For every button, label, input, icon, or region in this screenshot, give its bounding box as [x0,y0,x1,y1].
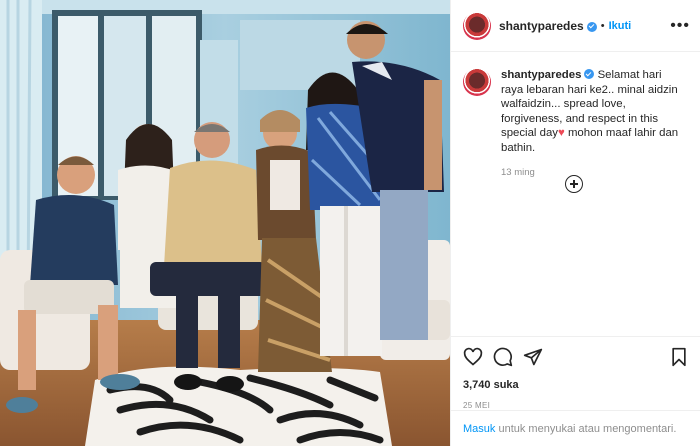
likes-count[interactable]: 3,740 suka [463,379,688,391]
comment-icon[interactable] [493,347,513,367]
separator-dot: • [600,19,605,32]
verified-badge-icon [584,69,595,79]
follow-button[interactable]: Ikuti [609,20,632,32]
share-icon[interactable] [523,347,543,367]
avatar[interactable] [463,11,491,40]
more-options-icon[interactable]: ••• [670,17,690,34]
heart-emoji: ♥ [558,127,565,139]
post-photo[interactable] [0,0,450,446]
post-date[interactable]: 25 MEI [463,401,688,410]
caption-body: shantyparedes Selamat hari raya lebaran … [501,68,686,155]
caption-username[interactable]: shantyparedes [501,69,581,81]
post-header: shantyparedes • Ikuti ••• [451,0,700,52]
caption: shantyparedes Selamat hari raya lebaran … [501,68,686,181]
login-prompt: Masuk untuk menyukai atau mengomentari. [451,410,700,446]
group-photo-image [0,0,450,446]
username-link[interactable]: shantyparedes [499,19,584,33]
caption-section: shantyparedes Selamat hari raya lebaran … [451,52,700,181]
add-comment-icon[interactable] [565,175,583,193]
verified-badge-icon [586,21,597,32]
login-prompt-text: untuk menyukai atau mengomentari. [495,423,677,435]
login-link[interactable]: Masuk [463,423,495,435]
bookmark-icon[interactable] [670,347,688,367]
post-time-ago[interactable]: 13 ming [501,166,686,181]
action-bar: 3,740 suka 25 MEI [451,336,700,410]
post-sidebar: shantyparedes • Ikuti ••• shantyparedes … [450,0,700,446]
caption-avatar[interactable] [463,68,491,96]
heart-icon[interactable] [463,347,483,367]
